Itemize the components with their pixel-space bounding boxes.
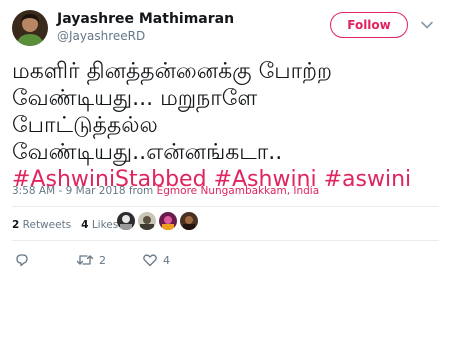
user-handle[interactable]: @JayashreeRD [57, 29, 145, 43]
tweet-text-line: வேண்டியது... மறுநாளே [12, 86, 258, 111]
avatar[interactable] [12, 10, 48, 46]
retweets-label: Retweets [22, 219, 72, 231]
like-button[interactable]: 4 [142, 252, 170, 268]
liker-avatar[interactable] [180, 212, 198, 230]
tweet-text-line: வேண்டியது..என்னங்கடா.. [12, 140, 283, 165]
like-count: 4 [163, 253, 170, 267]
follow-button[interactable]: Follow [330, 12, 408, 38]
liker-avatar[interactable] [117, 212, 135, 230]
likes-count: 4 [81, 219, 89, 231]
reply-icon [14, 252, 30, 268]
liker-avatar[interactable] [159, 212, 177, 230]
tweet-actions: 2 4 [14, 252, 170, 268]
divider [12, 206, 439, 207]
tweet-text: மகளிர் தினத்தன்னைக்கு போற்ற வேண்டியது...… [12, 58, 442, 193]
liker-avatar[interactable] [138, 212, 156, 230]
heart-icon [142, 252, 158, 268]
divider [12, 240, 439, 241]
chevron-down-icon[interactable] [420, 17, 434, 31]
tweet-stats: 2 Retweets 4 Likes [12, 219, 128, 231]
likes-label: Likes [91, 219, 119, 231]
location-link[interactable]: Egmore Nungambakkam, India [157, 185, 320, 197]
reply-button[interactable] [14, 252, 30, 268]
retweets-count: 2 [12, 219, 20, 231]
tweet-card: Jayashree Mathimaran @JayashreeRD Follow… [0, 0, 451, 338]
likes-stat[interactable]: 4 Likes [81, 219, 118, 231]
retweet-count: 2 [99, 253, 106, 267]
retweets-stat[interactable]: 2 Retweets [12, 219, 71, 231]
tweet-text-line: மகளிர் தினத்தன்னைக்கு போற்ற [12, 59, 333, 84]
liker-avatars [117, 212, 201, 230]
hashtag-link[interactable]: #aswini [324, 167, 412, 192]
user-name[interactable]: Jayashree Mathimaran [57, 11, 234, 27]
retweet-button[interactable]: 2 [76, 252, 106, 268]
tweet-text-line: போட்டுத்தல்ல [12, 113, 158, 138]
retweet-icon [76, 252, 94, 268]
tweet-timestamp[interactable]: 3:58 AM - 9 Mar 2018 from [12, 185, 157, 197]
tweet-meta: 3:58 AM - 9 Mar 2018 from Egmore Nungamb… [12, 185, 319, 197]
